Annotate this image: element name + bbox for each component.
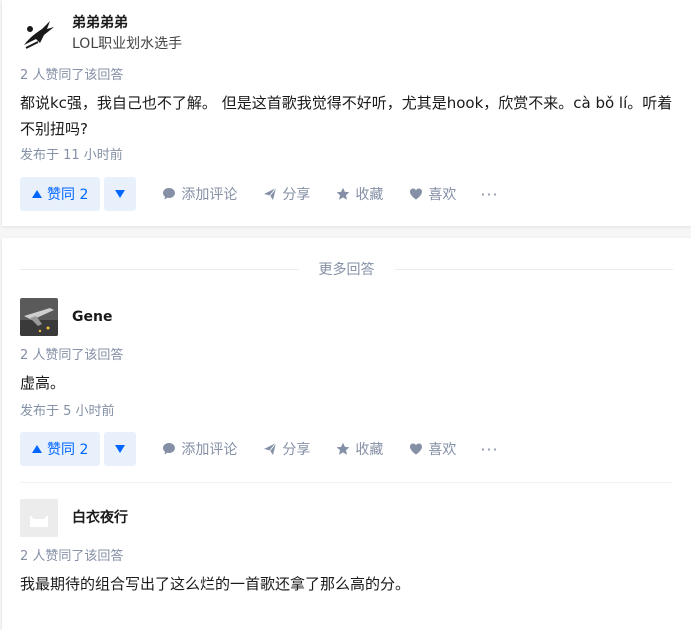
triangle-up-icon [32,445,42,453]
upvote-button[interactable]: 赞同 2 [20,177,101,211]
favorite-label: 收藏 [355,442,384,458]
answer-actions: 赞同 2 添加评论 分享 收藏 喜欢 ··· [20,177,499,211]
more-answers-card: 更多回答 Gene 2 人赞同了该回答 虚高。 发布于 5 小时前 赞同 2 添… [2,238,691,630]
like-label: 喜欢 [428,442,457,458]
favorite-button[interactable]: 收藏 [336,184,383,204]
star-icon [337,187,350,200]
answer-content: 都说kc强，我自己也不了解。 但是这首歌我觉得不好听，尤其是hook，欣赏不来。… [20,94,673,138]
triangle-up-icon [32,190,42,198]
downvote-button[interactable] [104,177,137,211]
divider-line [20,268,299,270]
more-icon[interactable]: ··· [480,440,498,459]
share-label: 分享 [282,442,311,458]
favorite-button[interactable]: 收藏 [336,439,383,459]
upvote-button[interactable]: 赞同 2 [20,432,101,466]
author-name[interactable]: 白衣夜行 [72,509,128,527]
comment-label: 添加评论 [181,187,238,203]
answer-item: 白衣夜行 2 人赞同了该回答 我最期待的组合写出了这么烂的一首歌还拿了那么高的分… [20,498,673,618]
share-icon [264,187,277,200]
comment-label: 添加评论 [181,442,238,458]
avatar-default-icon [20,499,58,537]
votes-meta: 2 人赞同了该回答 [20,68,124,83]
answer-card: 弟弟弟弟 LOL职业划水选手 2 人赞同了该回答 都说kc强，我自己也不了解。 … [2,0,691,226]
more-answers-label: 更多回答 [318,262,375,278]
share-button[interactable]: 分享 [263,439,310,459]
votes-meta: 2 人赞同了该回答 [20,549,124,564]
author-headline: LOL职业划水选手 [72,36,183,52]
votes-meta: 2 人赞同了该回答 [20,348,124,363]
avatar[interactable] [20,15,58,53]
avatar[interactable] [20,499,58,537]
upvote-label: 赞同 2 [47,187,89,203]
divider-line [394,268,673,270]
author-name[interactable]: 弟弟弟弟 [72,14,182,32]
triangle-down-icon [115,190,126,198]
author-info: Gene [20,297,112,337]
answer-actions: 赞同 2 添加评论 分享 收藏 喜欢 ··· [20,432,499,466]
like-button[interactable]: 喜欢 [409,184,456,204]
comment-button[interactable]: 添加评论 [162,184,237,204]
like-label: 喜欢 [428,187,457,203]
downvote-button[interactable] [104,432,137,466]
favorite-label: 收藏 [355,187,384,203]
comment-icon [163,443,176,455]
answer-separator [20,482,673,483]
like-button[interactable]: 喜欢 [409,439,456,459]
answer-content: 虚高。 [20,374,66,392]
upvote-label: 赞同 2 [47,442,89,458]
share-button[interactable]: 分享 [263,184,310,204]
more-icon[interactable]: ··· [480,185,498,204]
more-answers-divider: 更多回答 [20,259,673,279]
avatar[interactable] [20,298,58,336]
author-info: 白衣夜行 [20,498,128,538]
author-info: 弟弟弟弟 LOL职业划水选手 [20,14,182,54]
heart-icon [410,188,423,200]
publish-time[interactable]: 发布于 5 小时前 [20,403,115,421]
share-icon [264,442,277,455]
publish-time[interactable]: 发布于 11 小时前 [20,147,123,165]
avatar-sketch-icon [20,15,58,53]
answer-item: Gene 2 人赞同了该回答 虚高。 发布于 5 小时前 赞同 2 添加评论 分… [20,297,673,477]
heart-icon [410,443,423,455]
comment-icon [163,188,176,200]
share-label: 分享 [282,187,311,203]
author-name[interactable]: Gene [72,308,112,326]
comment-button[interactable]: 添加评论 [162,439,237,459]
answer-content: 我最期待的组合写出了这么烂的一首歌还拿了那么高的分。 [20,575,411,593]
star-icon [337,442,350,455]
avatar-jet-icon [20,298,58,336]
answer-item: 弟弟弟弟 LOL职业划水选手 2 人赞同了该回答 都说kc强，我自己也不了解。 … [20,14,673,226]
triangle-down-icon [115,445,126,453]
